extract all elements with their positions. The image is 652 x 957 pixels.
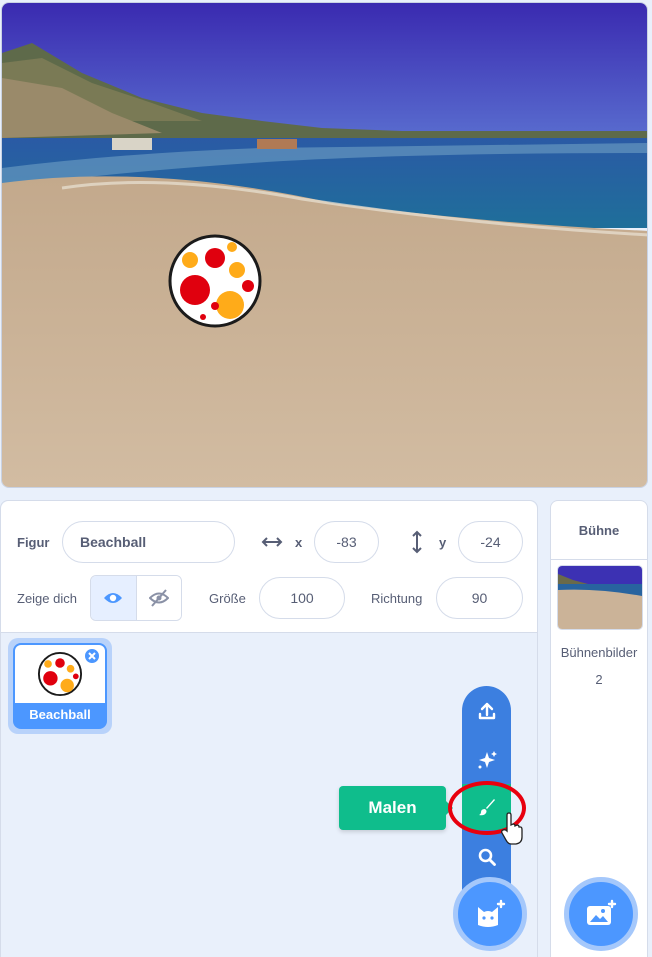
search-icon <box>478 848 496 866</box>
sprite-name-input[interactable]: Beachball <box>62 521 235 563</box>
surprise-icon <box>478 751 497 769</box>
paint-tooltip: Malen <box>339 786 453 830</box>
backdrops-count: 2 <box>595 672 603 687</box>
show-label: Zeige dich <box>17 591 77 606</box>
sprite-name-label: Figur <box>17 535 50 550</box>
beachball-sprite[interactable] <box>167 233 263 329</box>
visibility-toggle <box>90 575 182 621</box>
backdrop-thumbnail[interactable] <box>557 565 643 630</box>
hide-button[interactable] <box>136 576 181 620</box>
sprite-info-panel: Figur Beachball x -83 y -24 Zeige dich G… <box>1 501 537 633</box>
beach-backdrop-thumbnail <box>558 566 642 629</box>
backdrop-image-icon <box>587 899 617 925</box>
sprite-tile-name: Beachball <box>29 707 91 722</box>
beach-backdrop <box>2 3 647 487</box>
sprite-pane: Figur Beachball x -83 y -24 Zeige dich G… <box>0 500 538 957</box>
surprise-sprite-button[interactable] <box>462 737 511 783</box>
eye-icon <box>104 593 123 603</box>
beachball-thumbnail-icon <box>37 651 83 697</box>
choose-sprite-button[interactable] <box>453 877 527 951</box>
vertical-arrow-icon <box>412 530 422 554</box>
size-label: Größe <box>209 591 246 606</box>
backdrops-label: Bühnenbilder <box>560 645 638 660</box>
upload-sprite-button[interactable] <box>462 688 511 734</box>
upload-icon <box>478 702 495 720</box>
x-input[interactable]: -83 <box>314 521 379 563</box>
direction-input[interactable]: 90 <box>436 577 523 619</box>
y-input[interactable]: -24 <box>458 521 523 563</box>
eye-slash-icon <box>148 589 169 607</box>
delete-sprite-button[interactable] <box>83 647 101 665</box>
close-icon <box>88 652 96 660</box>
stage-canvas[interactable] <box>1 2 648 488</box>
cat-icon <box>478 899 506 927</box>
choose-backdrop-button[interactable] <box>564 877 638 951</box>
size-input[interactable]: 100 <box>259 577 345 619</box>
direction-label: Richtung <box>371 591 423 606</box>
horizontal-arrow-icon <box>261 537 283 547</box>
y-label: y <box>439 535 447 550</box>
x-label: x <box>295 535 303 550</box>
stage-pane-title: Bühne <box>551 501 647 560</box>
hand-cursor-icon <box>501 812 523 845</box>
show-button[interactable] <box>91 576 137 620</box>
